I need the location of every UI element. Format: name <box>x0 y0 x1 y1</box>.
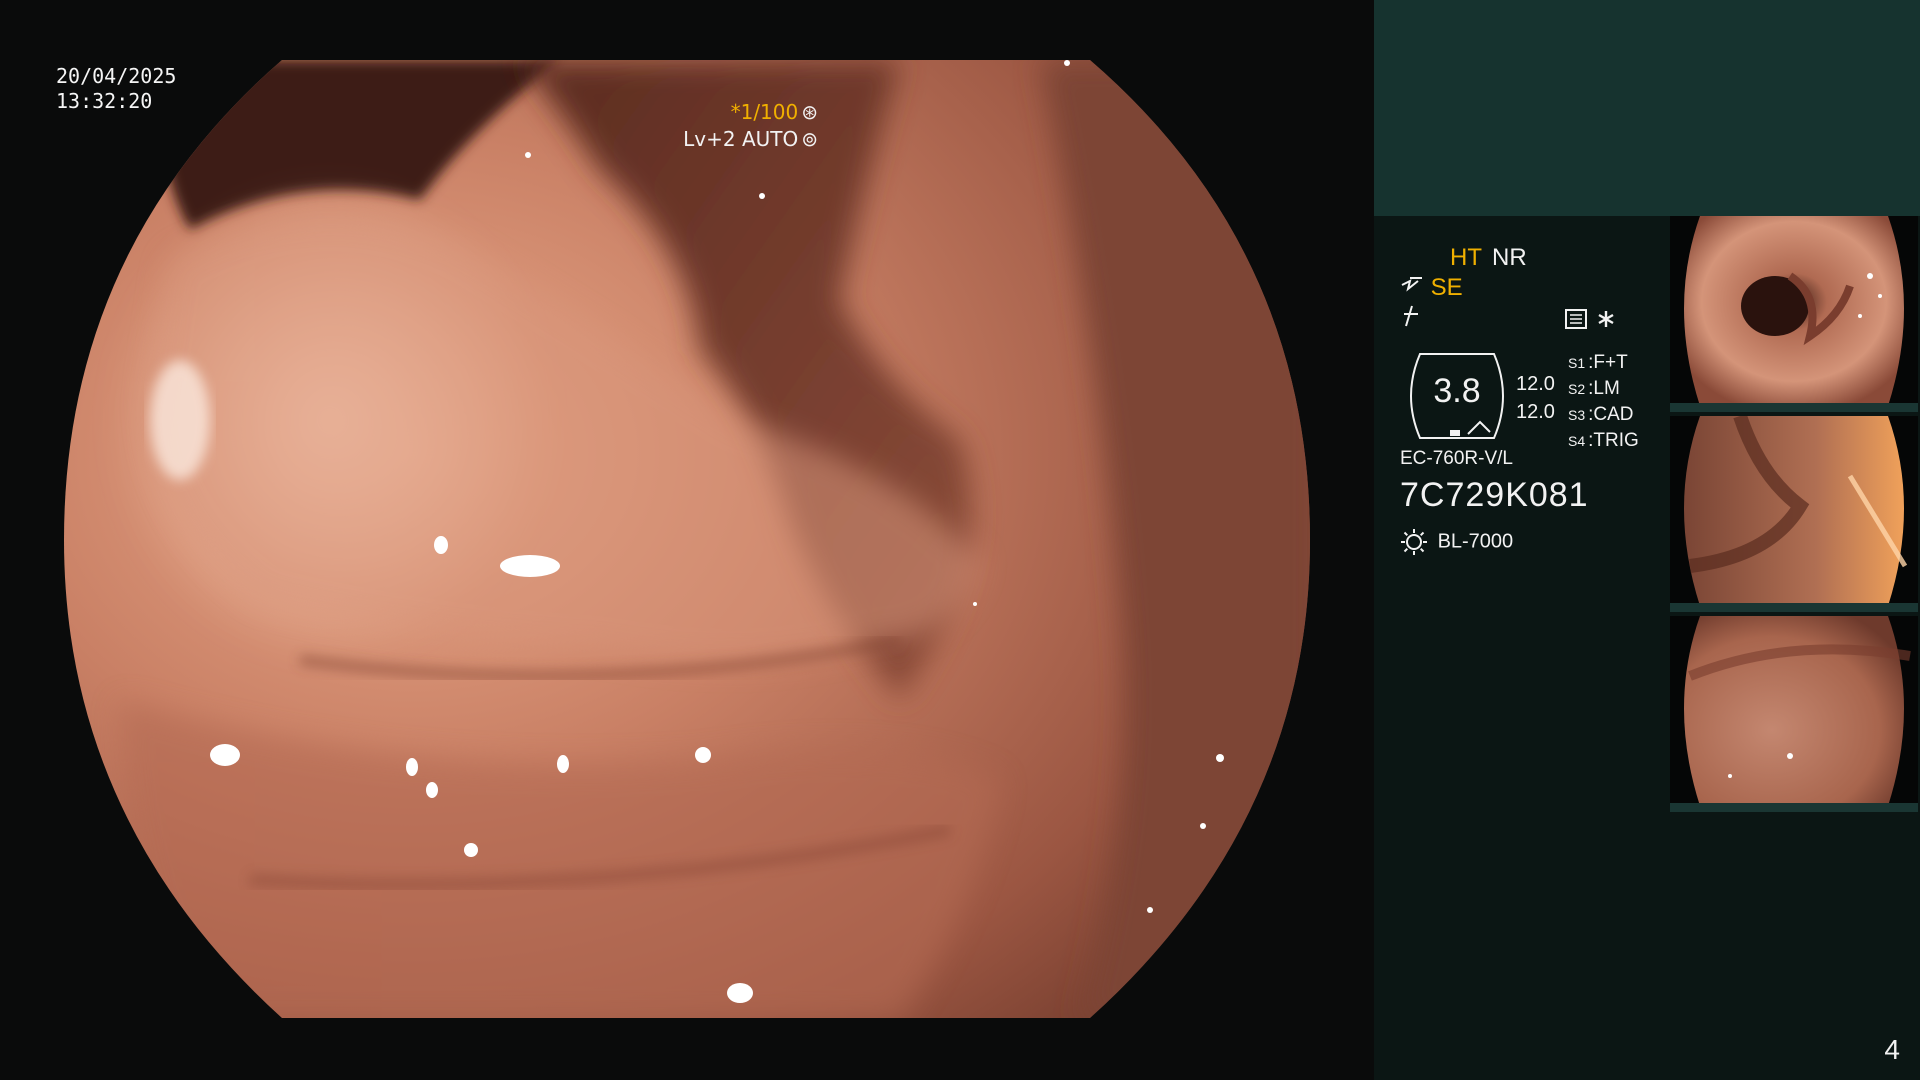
endoscope-main-view: 20/04/2025 13:32:20 *1/100 ⊛ Lv+2 AUTO ⊚ <box>0 0 1374 1080</box>
brightness-level: Lv+2 AUTO <box>683 127 799 151</box>
light-source-model: BL-7000 <box>1437 530 1514 553</box>
scope-badge: 3.8 <box>1400 350 1514 442</box>
shutter-speed: *1/100 <box>730 100 799 124</box>
switch-s4: S4:TRIG <box>1568 430 1639 451</box>
switch-s1: S1:F+T <box>1568 352 1628 373</box>
thumbnail-1[interactable] <box>1670 216 1918 412</box>
info-panel: HT NR SE 3.8 12.0 12.0 S1:F+T S2:LM S3… <box>1374 0 1920 1080</box>
panel-header-area <box>1374 0 1920 216</box>
scope-numbers: 12.0 12.0 <box>1516 370 1555 426</box>
image-mode-line: HT NR <box>1450 244 1527 272</box>
time-text: 13:32:20 <box>56 89 153 113</box>
thumbnail-2[interactable] <box>1670 416 1918 612</box>
structure-enhance-line: SE <box>1400 274 1463 302</box>
page-number: 4 <box>1884 1034 1900 1065</box>
timestamp: 20/04/2025 13:32:20 <box>56 64 176 114</box>
endoscope-image <box>64 60 1310 1018</box>
switch-settings: S1:F+T S2:LM S3:CAD S4:TRIG <box>1568 350 1639 454</box>
structure-enhance-icon <box>1400 274 1431 301</box>
scope-value: 3.8 <box>1433 372 1481 410</box>
light-source-icon <box>1400 529 1438 555</box>
menu-icon <box>1565 309 1587 329</box>
shutter-icon: ⊛ <box>801 100 818 124</box>
scope-model: EC-760R-V/L <box>1400 448 1513 469</box>
thumbnail-3-bar <box>1670 803 1918 812</box>
se-mode: SE <box>1430 274 1463 301</box>
ht-mode: HT <box>1450 244 1482 271</box>
auto-iris-icon: ⊚ <box>801 127 818 151</box>
scope-serial: 7C729K081 <box>1400 476 1589 514</box>
freeze-icon <box>1400 304 1422 335</box>
thumbnail-1-bar <box>1670 403 1918 412</box>
nr-mode: NR <box>1492 244 1527 271</box>
exposure-readout: *1/100 ⊛ Lv+2 AUTO ⊚ <box>618 99 818 153</box>
scope-number-2: 12.0 <box>1516 401 1555 423</box>
switch-s2: S2:LM <box>1568 378 1620 399</box>
light-source: BL-7000 <box>1400 528 1513 556</box>
asterisk-icon <box>1598 311 1614 327</box>
status-icons <box>1564 306 1624 332</box>
scope-number-1: 12.0 <box>1516 373 1555 395</box>
date-text: 20/04/2025 <box>56 64 177 88</box>
thumbnail-3[interactable] <box>1670 616 1918 812</box>
switch-s3: S3:CAD <box>1568 404 1634 425</box>
endoscopy-monitor: 20/04/2025 13:32:20 *1/100 ⊛ Lv+2 AUTO ⊚ H… <box>0 0 1920 1080</box>
thumbnail-2-bar <box>1670 603 1918 612</box>
